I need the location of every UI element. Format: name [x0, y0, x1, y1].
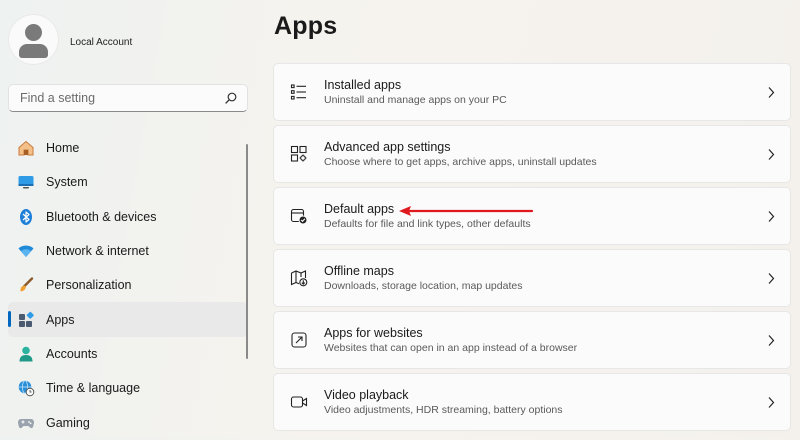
sidebar-item-system[interactable]: System: [8, 165, 248, 199]
card-title: Offline maps: [324, 263, 394, 278]
apps-icon: [17, 311, 35, 329]
card-subtitle: Websites that can open in an app instead…: [324, 341, 578, 354]
card-subtitle: Uninstall and manage apps on your PC: [324, 93, 507, 106]
sidebar-scrollbar[interactable]: [246, 144, 248, 359]
search-box[interactable]: [8, 84, 248, 112]
card-title: Video playback: [324, 387, 409, 402]
sidebar-item-apps[interactable]: Apps: [8, 302, 248, 337]
sidebar-item-label: Gaming: [46, 415, 90, 430]
person-icon: [17, 345, 35, 363]
page-title: Apps: [274, 12, 338, 40]
app-settings-icon: [289, 144, 309, 164]
video-icon: [289, 392, 309, 412]
search-input[interactable]: [18, 90, 224, 106]
sidebar-item-label: Network & internet: [46, 244, 149, 259]
card-installed-apps[interactable]: Installed apps Uninstall and manage apps…: [273, 63, 791, 121]
sidebar-item-label: System: [46, 175, 88, 190]
default-apps-icon: [289, 206, 309, 226]
chevron-right-icon: [768, 149, 775, 160]
sidebar-item-label: Personalization: [46, 278, 132, 293]
card-subtitle: Choose where to get apps, archive apps, …: [324, 155, 597, 168]
account-name: Local Account: [70, 37, 133, 48]
card-title: Apps for websites: [324, 325, 423, 340]
globe-clock-icon: [17, 379, 35, 397]
settings-list: Installed apps Uninstall and manage apps…: [273, 63, 791, 435]
card-subtitle: Downloads, storage location, map updates: [324, 279, 523, 292]
avatar[interactable]: [8, 14, 59, 65]
open-in-app-icon: [289, 330, 309, 350]
chevron-right-icon: [768, 273, 775, 284]
sidebar-item-home[interactable]: Home: [8, 131, 248, 165]
monitor-icon: [17, 173, 35, 191]
card-advanced-app-settings[interactable]: Advanced app settings Choose where to ge…: [273, 125, 791, 183]
chevron-right-icon: [768, 211, 775, 222]
list-icon: [289, 82, 309, 102]
sidebar-item-network[interactable]: Network & internet: [8, 234, 248, 268]
wifi-icon: [17, 242, 35, 260]
home-icon: [17, 139, 35, 157]
chevron-right-icon: [768, 335, 775, 346]
sidebar-item-time-language[interactable]: Time & language: [8, 371, 248, 405]
card-apps-for-websites[interactable]: Apps for websites Websites that can open…: [273, 311, 791, 369]
card-subtitle: Video adjustments, HDR streaming, batter…: [324, 403, 563, 416]
brush-icon: [17, 276, 35, 294]
sidebar-item-label: Home: [46, 141, 80, 156]
sidebar-item-label: Accounts: [46, 346, 98, 361]
sidebar-item-label: Bluetooth & devices: [46, 209, 157, 224]
card-video-playback[interactable]: Video playback Video adjustments, HDR st…: [273, 373, 791, 431]
search-icon[interactable]: [224, 91, 238, 105]
card-offline-maps[interactable]: Offline maps Downloads, storage location…: [273, 249, 791, 307]
chevron-right-icon: [768, 87, 775, 98]
annotation-arrow-icon: [399, 206, 534, 216]
sidebar-item-label: Time & language: [46, 381, 141, 396]
gamepad-icon: [17, 414, 35, 432]
account-profile[interactable]: Local Account: [8, 14, 132, 65]
card-subtitle: Defaults for file and link types, other …: [324, 217, 531, 230]
sidebar-item-label: Apps: [46, 312, 75, 327]
chevron-right-icon: [768, 397, 775, 408]
card-title: Installed apps: [324, 77, 402, 92]
sidebar-item-personalization[interactable]: Personalization: [8, 268, 248, 302]
map-download-icon: [289, 268, 309, 288]
sidebar-item-accounts[interactable]: Accounts: [8, 337, 248, 371]
card-title: Advanced app settings: [324, 139, 451, 154]
sidebar-item-gaming[interactable]: Gaming: [8, 405, 248, 439]
sidebar-item-bluetooth[interactable]: Bluetooth & devices: [8, 200, 248, 234]
bluetooth-icon: [17, 208, 35, 226]
sidebar-nav: Home System Bluetooth & devices Network …: [8, 131, 248, 440]
